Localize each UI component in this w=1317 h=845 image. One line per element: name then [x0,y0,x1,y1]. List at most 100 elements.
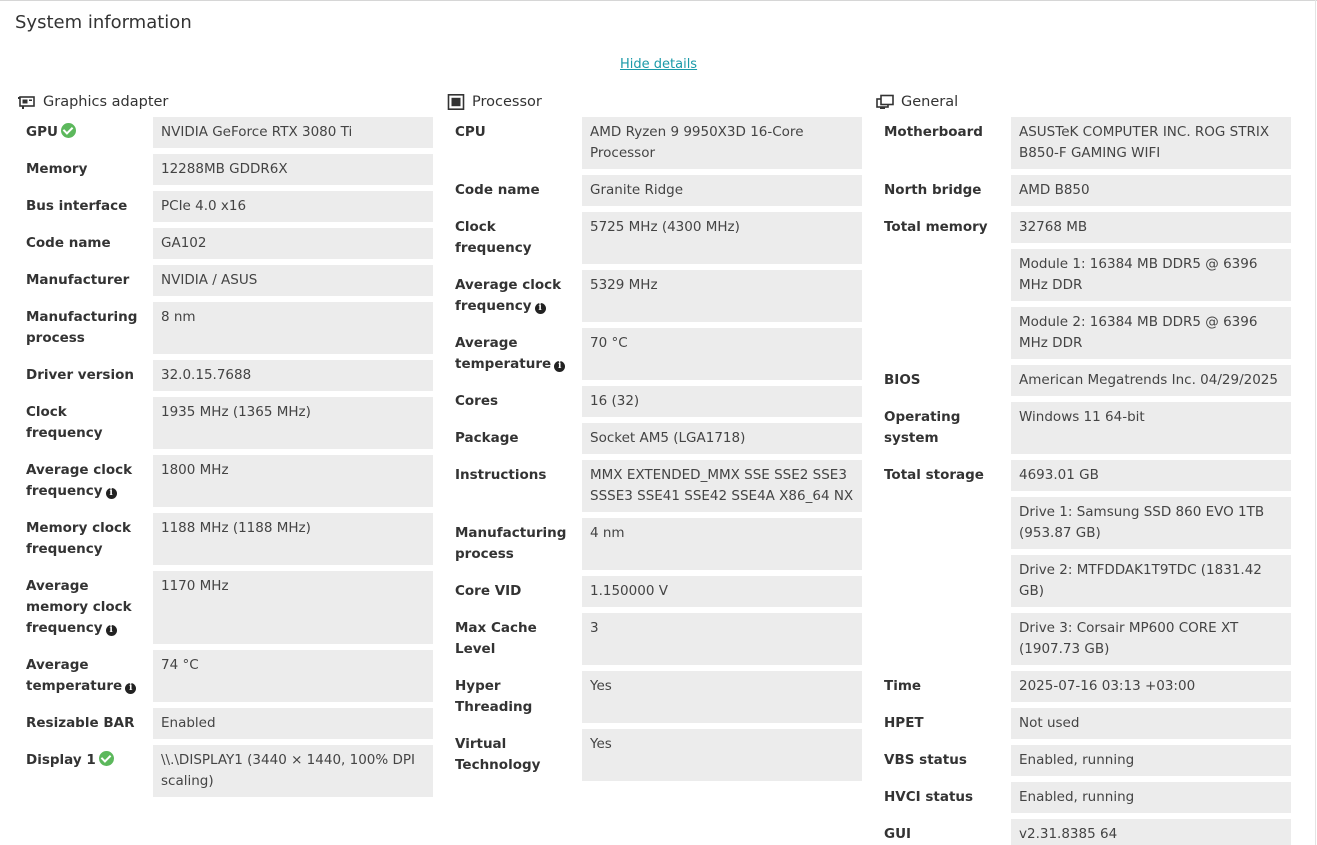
processor-row-package: Package Socket AM5 (LGA1718) [447,423,862,454]
processor-row-instructions: Instructions MMX EXTENDED_MMX SSE SSE2 SS… [447,460,862,512]
row-label: Manufacturing process [447,518,582,570]
row-value: NVIDIA GeForce RTX 3080 Ti [153,117,433,148]
general-section-title: General [901,94,959,110]
row-label: CPU [447,117,582,169]
general-row-motherboard: Motherboard ASUSTeK COMPUTER INC. ROG STR… [876,117,1291,169]
row-label: Motherboard [876,117,1011,169]
general-section-header: General [876,92,1291,112]
graphics-row-average-clock-frequency: Average clock frequency i 1800 MHz [18,455,433,507]
row-value: 74 °C [153,650,433,702]
general-row-bios: BIOS American Megatrends Inc. 04/29/2025 [876,365,1291,396]
row-label-text: Core VID [455,583,522,599]
row-label-text: Average temperature [455,335,552,372]
row-label: GUI [876,819,1011,845]
row-label: HVCI status [876,782,1011,813]
row-label: Average clock frequency i [447,270,582,322]
row-label [876,249,1011,301]
top-border [0,0,1317,1]
row-label: Code name [447,175,582,206]
row-value: 5725 MHz (4300 MHz) [582,212,862,264]
info-icon[interactable]: i [554,361,566,372]
graphics-section-title: Graphics adapter [43,94,169,110]
row-label: Driver version [18,360,153,391]
row-value: Drive 2: MTFDDAK1T9TDC (1831.42 GB) [1011,555,1291,607]
info-icon[interactable]: i [534,303,546,314]
row-label: Code name [18,228,153,259]
processor-row-core-vid: Core VID 1.150000 V [447,576,862,607]
row-value: AMD Ryzen 9 9950X3D 16-Core Processor [582,117,862,169]
row-label: VBS status [876,745,1011,776]
general-row-time: Time 2025-07-16 03:13 +03:00 [876,671,1291,702]
row-label-text: Package [455,430,519,446]
row-value: 4693.01 GB [1011,460,1291,491]
row-label: HPET [876,708,1011,739]
row-label: Average temperature i [18,650,153,702]
graphics-row-average-memory-clock-frequency: Average memory clock frequency i 1170 MHz [18,571,433,644]
info-icon[interactable]: i [105,488,117,499]
processor-row-average-clock-frequency: Average clock frequency i 5329 MHz [447,270,862,322]
general-row-north-bridge: North bridge AMD B850 [876,175,1291,206]
graphics-row-gpu: GPU NVIDIA GeForce RTX 3080 Ti [18,117,433,148]
row-label-text: GUI [884,826,912,842]
row-label [876,497,1011,549]
hide-details-link[interactable]: Hide details [620,57,697,72]
general-rows: Motherboard ASUSTeK COMPUTER INC. ROG STR… [876,117,1291,845]
graphics-row-code-name: Code name GA102 [18,228,433,259]
row-label: Operating system [876,402,1011,454]
graphics-rows: GPU NVIDIA GeForce RTX 3080 Ti Memory 12288… [18,117,433,797]
row-value: PCIe 4.0 x16 [153,191,433,222]
row-value: Module 1: 16384 MB DDR5 @ 6396 MHz DDR [1011,249,1291,301]
row-value: American Megatrends Inc. 04/29/2025 [1011,365,1291,396]
row-label-text: Driver version [26,367,134,383]
processor-row-clock-frequency: Clock frequency 5725 MHz (4300 MHz) [447,212,862,264]
graphics-row-display-1: Display 1 \\.\DISPLAY1 (3440 × 1440, 100%… [18,745,433,797]
info-icon[interactable]: i [105,625,117,636]
general-row-continuation-3: Module 1: 16384 MB DDR5 @ 6396 MHz DDR [876,249,1291,301]
row-value: 1170 MHz [153,571,433,644]
row-value: 2025-07-16 03:13 +03:00 [1011,671,1291,702]
row-label: Average temperature i [447,328,582,380]
check-icon [98,751,114,766]
graphics-row-memory: Memory 12288MB GDDR6X [18,154,433,185]
general-row-continuation-4: Module 2: 16384 MB DDR5 @ 6396 MHz DDR [876,307,1291,359]
row-label [876,555,1011,607]
row-label: GPU [18,117,153,148]
row-label [876,307,1011,359]
row-value: 32768 MB [1011,212,1291,243]
row-label: Package [447,423,582,454]
graphics-row-manufacturing-process: Manufacturing process 8 nm [18,302,433,354]
right-border [1315,0,1316,845]
row-value: 12288MB GDDR6X [153,154,433,185]
row-label: Average memory clock frequency i [18,571,153,644]
general-section: General Motherboard ASUSTeK COMPUTER INC.… [876,92,1291,845]
row-label-text: Manufacturing process [455,525,567,562]
row-label-text: Clock frequency [26,404,103,441]
row-label-text: VBS status [884,752,967,768]
row-label: Total storage [876,460,1011,491]
row-label: Virtual Technology [447,729,582,781]
processor-row-code-name: Code name Granite Ridge [447,175,862,206]
row-value: 1188 MHz (1188 MHz) [153,513,433,565]
info-icon[interactable]: i [125,683,137,694]
graphics-row-resizable-bar: Resizable BAR Enabled [18,708,433,739]
row-label-text: BIOS [884,372,921,388]
general-row-gui: GUI v2.31.8385 64 [876,819,1291,845]
cpu-icon [447,94,465,110]
row-value: GA102 [153,228,433,259]
graphics-row-clock-frequency: Clock frequency 1935 MHz (1365 MHz) [18,397,433,449]
row-label: Instructions [447,460,582,512]
row-value: Yes [582,671,862,723]
row-label-text: Memory [26,161,88,177]
row-value: 70 °C [582,328,862,380]
row-value: Enabled [153,708,433,739]
row-value: Windows 11 64-bit [1011,402,1291,454]
general-row-continuation-8: Drive 1: Samsung SSD 860 EVO 1TB (953.87… [876,497,1291,549]
row-value: 4 nm [582,518,862,570]
row-value: Drive 3: Corsair MP600 CORE XT (1907.73 … [1011,613,1291,665]
row-value: Module 2: 16384 MB DDR5 @ 6396 MHz DDR [1011,307,1291,359]
processor-row-virtual-technology: Virtual Technology Yes [447,729,862,781]
row-value: \\.\DISPLAY1 (3440 × 1440, 100% DPI scal… [153,745,433,797]
row-value: Granite Ridge [582,175,862,206]
row-label: Max Cache Level [447,613,582,665]
row-label: Average clock frequency i [18,455,153,507]
